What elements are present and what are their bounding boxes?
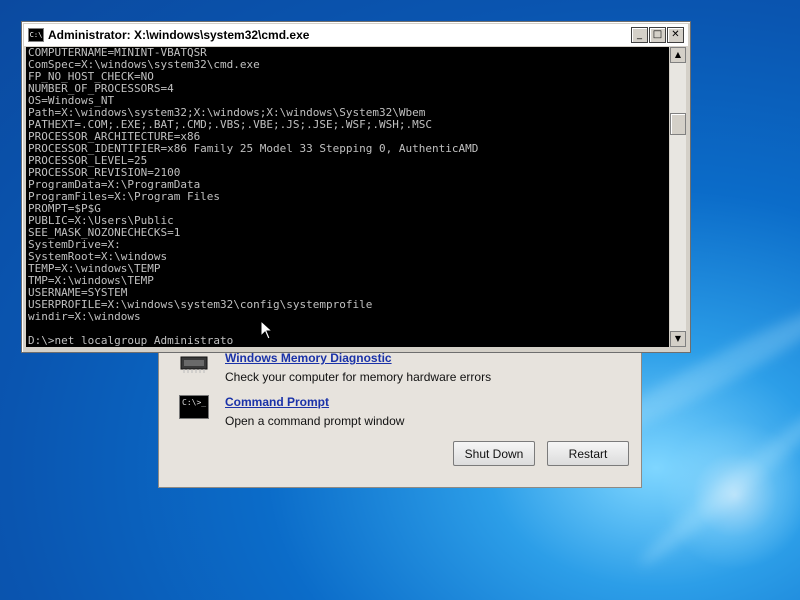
memory-chip-icon (180, 356, 208, 373)
cmd-window[interactable]: C:\ Administrator: X:\windows\system32\c… (21, 21, 691, 353)
scroll-up-icon[interactable]: ▲ (670, 47, 686, 63)
shut-down-button[interactable]: Shut Down (453, 441, 535, 466)
scroll-thumb[interactable] (670, 113, 686, 135)
command-prompt-link[interactable]: Command Prompt (225, 395, 404, 409)
memory-diagnostic-item[interactable]: Windows Memory Diagnostic Check your com… (179, 351, 491, 384)
scroll-down-icon[interactable]: ▼ (670, 331, 686, 347)
minimize-button[interactable]: _ (631, 27, 648, 43)
vertical-scrollbar[interactable]: ▲ ▼ (670, 47, 686, 347)
cmd-titlebar[interactable]: C:\ Administrator: X:\windows\system32\c… (24, 24, 688, 46)
command-prompt-item[interactable]: C:\>_ Command Prompt Open a command prom… (179, 395, 404, 428)
console-line: SEE_MASK_NOZONECHECKS=1 (28, 226, 181, 239)
restart-button[interactable]: Restart (547, 441, 629, 466)
console-line: NUMBER_OF_PROCESSORS=4 (28, 82, 174, 95)
memory-diagnostic-link[interactable]: Windows Memory Diagnostic (225, 351, 491, 365)
maximize-button[interactable]: □ (649, 27, 666, 43)
close-button[interactable]: ✕ (667, 27, 684, 43)
window-title: Administrator: X:\windows\system32\cmd.e… (48, 28, 310, 42)
windows-logo-glow (660, 420, 800, 570)
command-prompt-icon: C:\>_ (179, 395, 209, 419)
mouse-pointer-icon (260, 320, 274, 340)
command-input-line[interactable]: D:\>net localgroup Administrato (28, 335, 233, 347)
command-prompt-desc: Open a command prompt window (225, 414, 405, 428)
cmd-app-icon: C:\ (28, 28, 44, 42)
console-line: windir=X:\windows (28, 310, 141, 323)
console-line: ProgramFiles=X:\Program Files (28, 190, 221, 203)
memory-diagnostic-desc: Check your computer for memory hardware … (225, 370, 492, 384)
console-output[interactable]: COMPUTERNAME=MININT-VBATQSR ComSpec=X:\wi… (26, 47, 669, 347)
console-text: COMPUTERNAME=MININT-VBATQSR ComSpec=X:\wi… (26, 47, 669, 323)
